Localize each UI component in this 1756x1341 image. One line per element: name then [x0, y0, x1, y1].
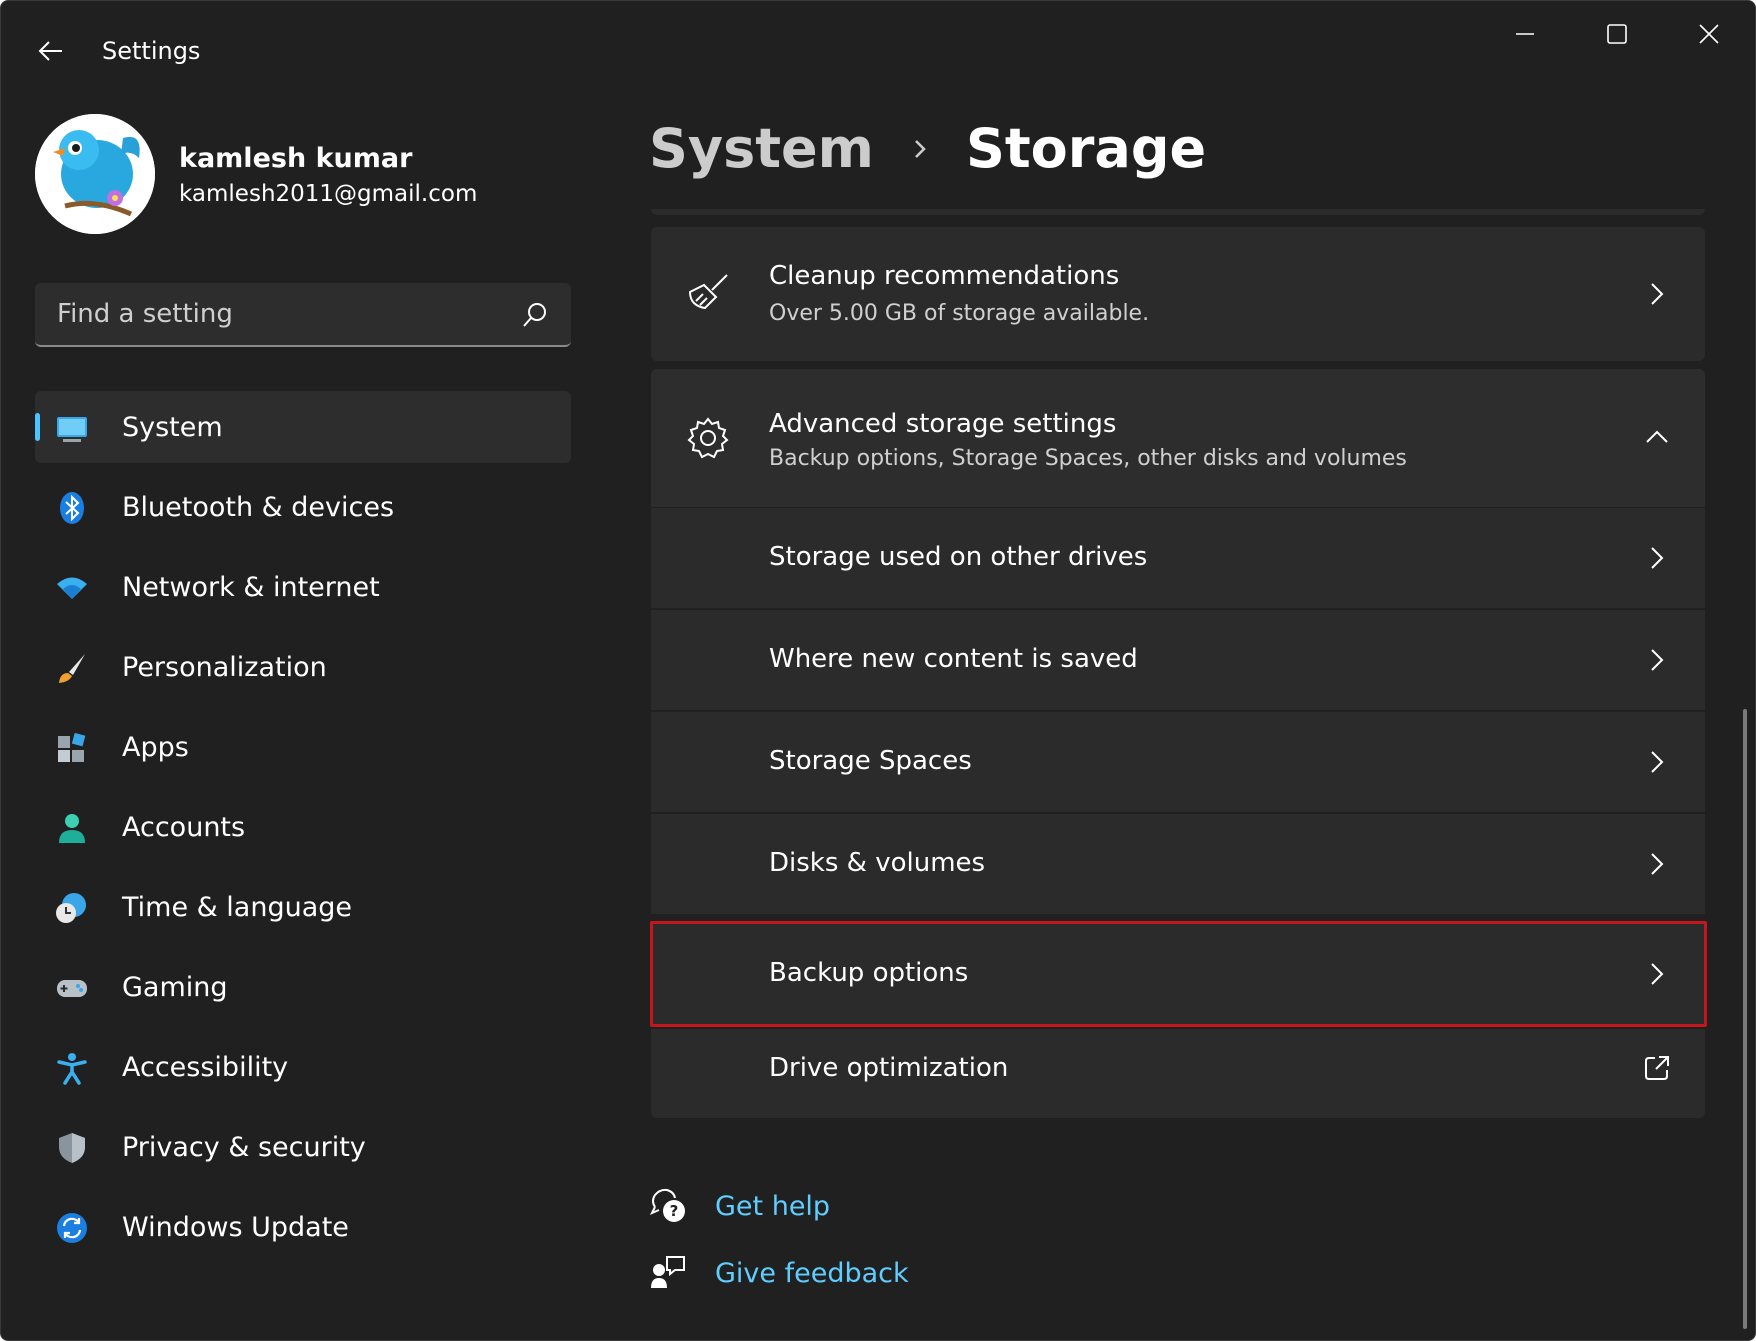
bluetooth-icon	[60, 492, 84, 524]
close-icon	[1699, 24, 1719, 44]
previous-card-edge	[651, 209, 1705, 215]
advanced-storage-settings-header[interactable]: Advanced storage settings Backup options…	[651, 369, 1705, 507]
sidebar-item-windows-update[interactable]: Windows Update	[35, 1191, 571, 1263]
maximize-icon	[1607, 24, 1627, 44]
maximize-button[interactable]	[1571, 1, 1663, 67]
external-link-icon	[1645, 1056, 1669, 1080]
sidebar-item-label: Network & internet	[122, 571, 380, 603]
sidebar-item-gaming[interactable]: Gaming	[35, 951, 571, 1023]
settings-window: Settings kamlesh kumar kamlesh2011@gmail…	[0, 0, 1756, 1341]
svg-text:?: ?	[670, 1202, 679, 1220]
sidebar-item-label: Accessibility	[122, 1051, 289, 1083]
row-label: Where new content is saved	[769, 644, 1138, 674]
sidebar-item-label: Time & language	[122, 891, 353, 923]
chevron-right-icon	[1651, 853, 1664, 875]
user-name: kamlesh kumar	[179, 143, 413, 174]
sidebar-item-bluetooth[interactable]: Bluetooth & devices	[35, 471, 571, 543]
chevron-up-icon[interactable]	[1643, 424, 1671, 452]
title-bar: Settings	[1, 1, 1755, 101]
sidebar-item-privacy[interactable]: Privacy & security	[35, 1111, 571, 1183]
back-arrow-icon	[38, 41, 62, 61]
sidebar-item-system[interactable]: System	[35, 391, 571, 463]
brush-icon	[59, 654, 85, 683]
bird-avatar-icon	[35, 114, 155, 234]
user-email: kamlesh2011@gmail.com	[179, 181, 478, 207]
update-icon	[57, 1213, 87, 1243]
page-title: Storage	[965, 117, 1207, 180]
give-feedback-label: Give feedback	[715, 1257, 909, 1289]
sidebar-item-label: Accounts	[122, 811, 246, 843]
sidebar-item-network[interactable]: Network & internet	[35, 551, 571, 623]
chevron-right-icon	[1651, 649, 1664, 671]
breadcrumb: System Storage	[649, 117, 1206, 180]
give-feedback-link[interactable]: Give feedback	[649, 1254, 909, 1292]
gear-icon	[687, 417, 729, 459]
row-label: Storage used on other drives	[769, 542, 1148, 572]
window-controls	[1479, 1, 1755, 67]
storage-spaces-row[interactable]: Storage Spaces	[651, 712, 1705, 812]
sidebar-item-label: Gaming	[122, 971, 228, 1003]
row-label: Storage Spaces	[769, 746, 972, 776]
chevron-right-icon	[1651, 751, 1664, 773]
clock-globe-icon	[56, 893, 86, 923]
get-help-link[interactable]: ? Get help	[649, 1187, 830, 1225]
person-icon	[59, 814, 85, 843]
sidebar-item-label: Personalization	[122, 651, 327, 683]
sidebar-item-label: Bluetooth & devices	[122, 491, 395, 523]
row-label: Disks & volumes	[769, 848, 986, 878]
drive-optimization-row[interactable]: Drive optimization	[651, 1029, 1705, 1118]
sidebar-item-label: Windows Update	[122, 1211, 349, 1243]
search-input[interactable]: Find a setting	[57, 299, 233, 329]
help-chat-icon: ?	[649, 1188, 685, 1222]
minimize-icon	[1516, 33, 1534, 35]
row-label: Backup options	[769, 958, 969, 988]
apps-icon	[58, 732, 86, 762]
minimize-button[interactable]	[1479, 1, 1571, 67]
sidebar-item-label: Apps	[122, 731, 189, 763]
cleanup-recommendations-card[interactable]: Cleanup recommendations Over 5.00 GB of …	[651, 227, 1705, 361]
disks-and-volumes-row[interactable]: Disks & volumes	[651, 814, 1705, 914]
sidebar-item-label: System	[122, 411, 223, 443]
sidebar-item-time-language[interactable]: Time & language	[35, 871, 571, 943]
chevron-right-icon	[1651, 547, 1664, 569]
backup-options-row[interactable]: Backup options	[651, 924, 1705, 1024]
gamepad-icon	[57, 980, 87, 997]
broom-icon	[688, 274, 728, 310]
back-button[interactable]	[31, 31, 71, 71]
close-button[interactable]	[1663, 1, 1755, 67]
chevron-right-icon	[1651, 283, 1664, 305]
card-title: Advanced storage settings	[769, 409, 1117, 439]
sidebar-item-apps[interactable]: Apps	[35, 711, 571, 783]
shield-icon	[59, 1133, 85, 1163]
app-title: Settings	[102, 37, 201, 65]
card-title: Cleanup recommendations	[769, 261, 1120, 291]
accessibility-icon	[57, 1053, 87, 1085]
sidebar-item-accessibility[interactable]: Accessibility	[35, 1031, 571, 1103]
row-label: Drive optimization	[769, 1053, 1009, 1083]
system-icon	[57, 417, 87, 442]
sidebar-item-personalization[interactable]: Personalization	[35, 631, 571, 703]
breadcrumb-parent-link[interactable]: System	[649, 117, 874, 180]
card-subtitle: Backup options, Storage Spaces, other di…	[769, 446, 1407, 471]
get-help-label: Get help	[715, 1190, 831, 1222]
sidebar-item-label: Privacy & security	[122, 1131, 366, 1163]
sidebar-item-accounts[interactable]: Accounts	[35, 791, 571, 863]
sidebar-nav: System Bluetooth & devices Network & int…	[35, 391, 571, 1271]
chevron-right-icon	[915, 139, 926, 158]
avatar[interactable]	[35, 114, 155, 234]
wifi-icon	[57, 577, 87, 599]
scrollbar[interactable]	[1743, 709, 1747, 1329]
search-icon[interactable]	[521, 301, 549, 329]
where-new-content-is-saved-row[interactable]: Where new content is saved	[651, 610, 1705, 710]
card-subtitle: Over 5.00 GB of storage available.	[769, 301, 1150, 326]
chevron-right-icon	[1651, 963, 1664, 985]
storage-used-on-other-drives-row[interactable]: Storage used on other drives	[651, 508, 1705, 608]
feedback-icon	[651, 1256, 685, 1288]
search-box[interactable]: Find a setting	[35, 283, 571, 347]
